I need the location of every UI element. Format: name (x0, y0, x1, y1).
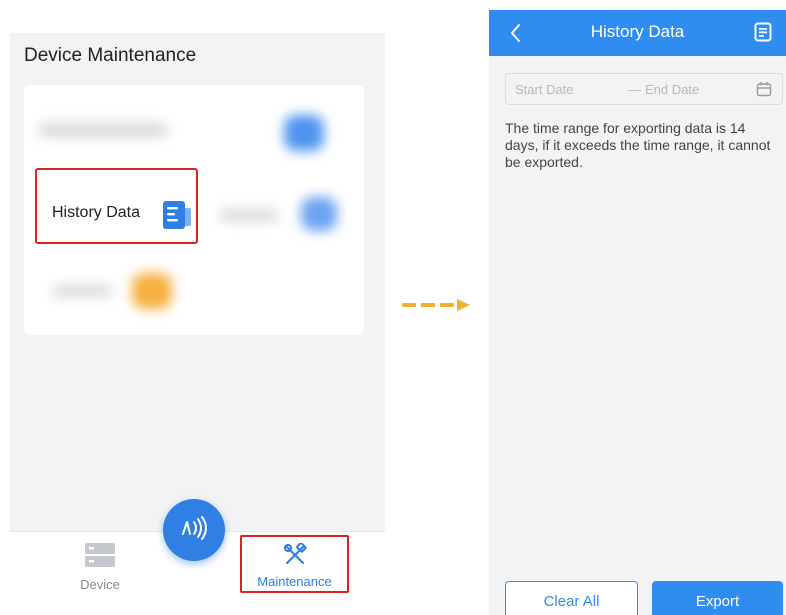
tab-device[interactable]: Device (70, 542, 130, 592)
dashed-arrow-icon (402, 298, 474, 312)
clear-all-label: Clear All (543, 592, 600, 610)
nfc-icon (179, 515, 209, 545)
export-button[interactable]: Export (652, 581, 783, 615)
start-date-input[interactable]: Start Date (515, 82, 574, 97)
server-icon (85, 543, 115, 572)
blurred-menu-item[interactable] (24, 103, 354, 157)
end-date-input[interactable]: End Date (645, 82, 699, 97)
document-icon[interactable] (754, 22, 772, 47)
date-separator: — (628, 82, 641, 97)
clear-all-button[interactable]: Clear All (505, 581, 638, 615)
header-bar: History Data (489, 10, 786, 56)
page-title: History Data (590, 22, 685, 41)
tools-icon (283, 542, 307, 571)
page-title: Device Maintenance (24, 45, 197, 66)
document-icon (161, 200, 193, 230)
tab-label: Maintenance (257, 574, 332, 589)
tab-label: Device (80, 577, 120, 592)
export-range-note: The time range for exporting data is 14 … (505, 120, 771, 170)
history-data-screen: History Data Start Date — End Date The t… (489, 10, 786, 615)
calendar-icon[interactable] (756, 81, 772, 102)
history-data-item[interactable]: History Data (35, 168, 198, 244)
blurred-menu-item[interactable] (34, 263, 194, 317)
blurred-menu-item[interactable] (209, 185, 354, 239)
date-range-picker[interactable]: Start Date — End Date (505, 73, 783, 105)
history-data-label: History Data (52, 204, 141, 221)
device-maintenance-screen: Device Maintenance History Data Device M… (10, 33, 385, 600)
nfc-button[interactable] (163, 499, 225, 561)
tab-maintenance[interactable]: Maintenance (240, 535, 349, 593)
export-label: Export (695, 592, 740, 610)
